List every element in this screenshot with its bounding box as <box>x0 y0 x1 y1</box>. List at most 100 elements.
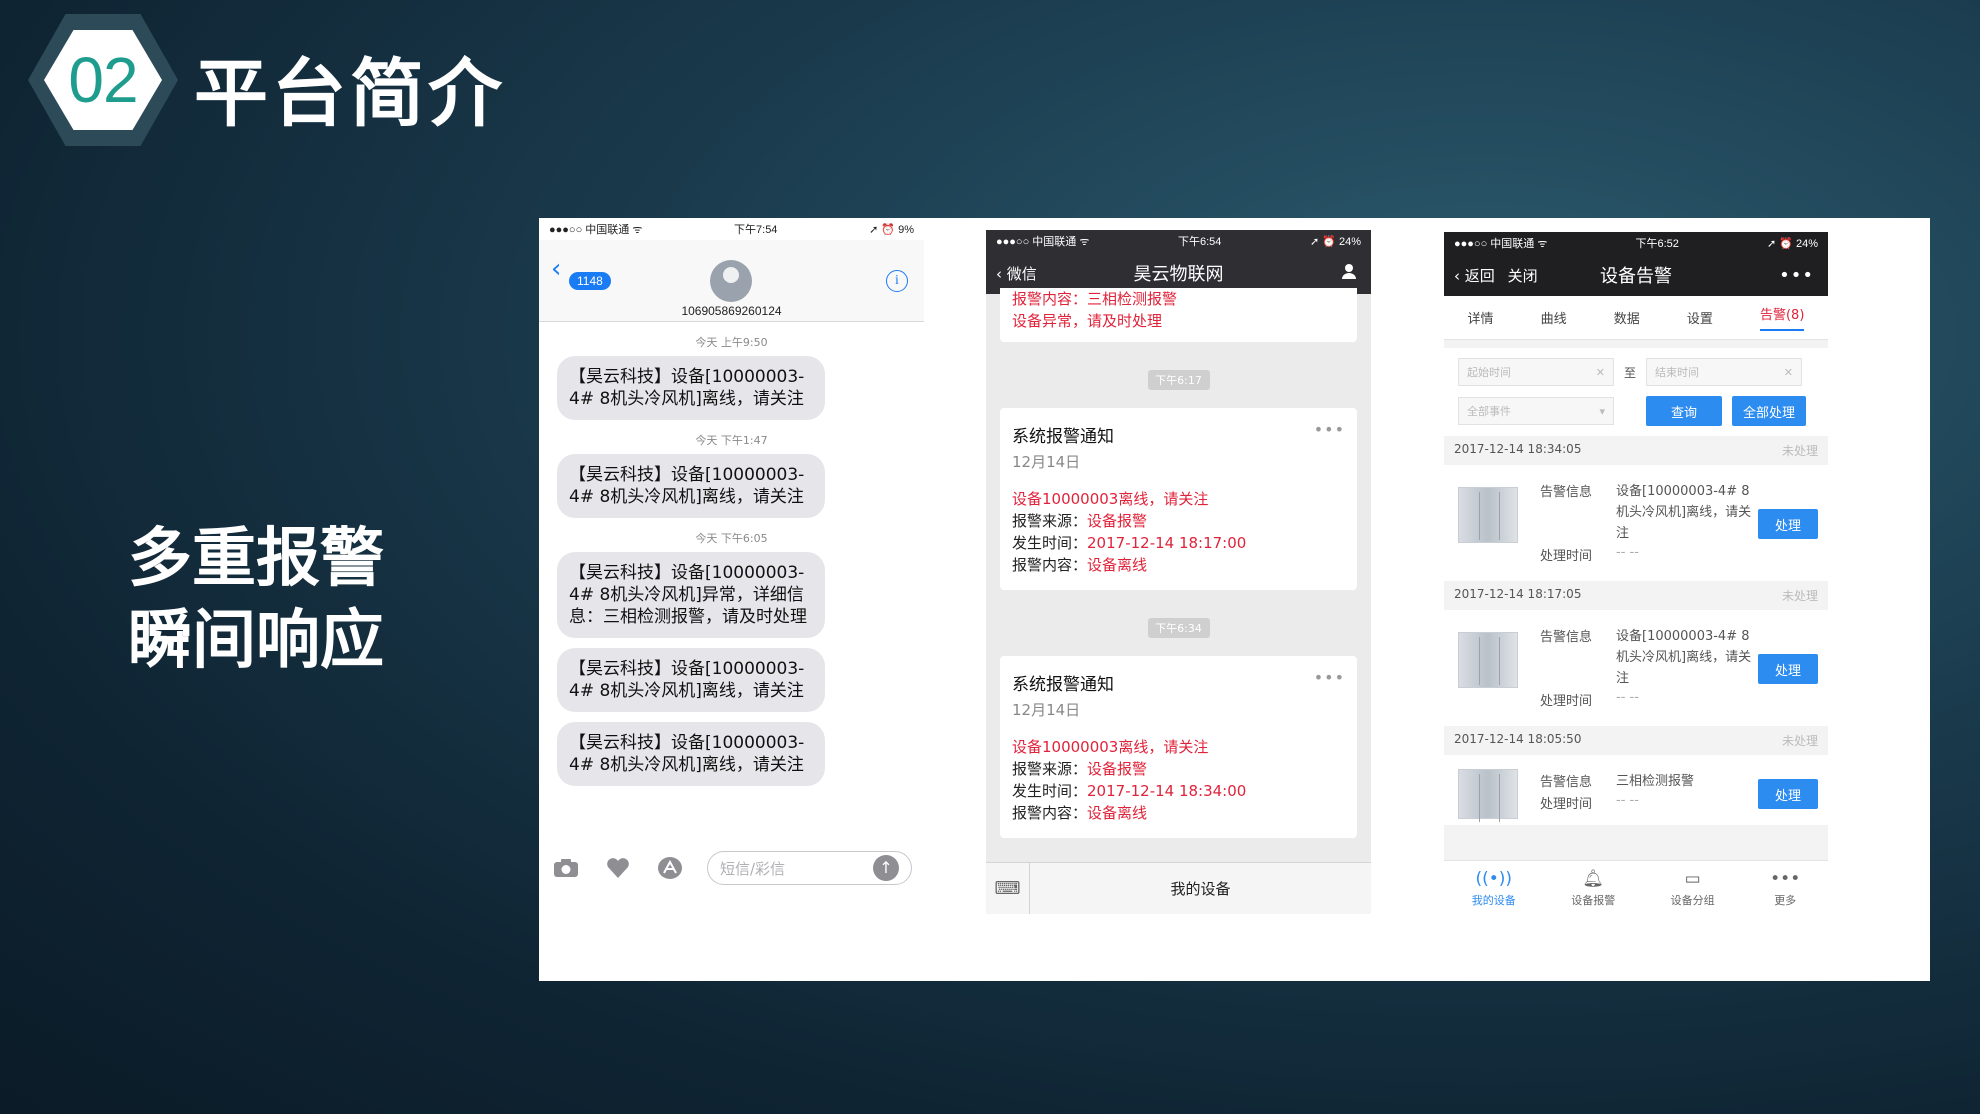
app-nav-bar: ‹ 返回 关闭 设备告警 ••• <box>1444 254 1828 296</box>
event-type-value: 全部事件 <box>1467 405 1511 418</box>
tab-curve[interactable]: 曲线 <box>1541 308 1567 327</box>
message-timestamp: 今天 上午9:50 <box>695 336 768 349</box>
status-bar: ●●●○○ 中国联通 ᯤ 下午7:54 ➚ ⏰ 9% <box>539 218 924 240</box>
message-bubble[interactable]: 【昊云科技】设备[10000003-4# 8机头冷风机]离线，请关注 <box>557 356 825 420</box>
message-bubble[interactable]: 【昊云科技】设备[10000003-4# 8机头冷风机]离线，请关注 <box>557 454 825 518</box>
close-button[interactable]: 关闭 <box>1508 267 1538 285</box>
unread-count-badge[interactable]: 1148 <box>569 272 611 290</box>
more-dots-icon[interactable]: ••• <box>1314 420 1345 439</box>
detail-tabs: 详情 曲线 数据 设置 告警(8) <box>1444 296 1828 340</box>
folder-icon: ▭ <box>1684 868 1701 889</box>
camera-icon[interactable] <box>551 856 581 880</box>
tabbar-my-devices[interactable]: ((•)) 我的设备 <box>1472 870 1516 908</box>
time-value: 2017-12-14 18:17:00 <box>1087 534 1247 552</box>
back-button[interactable]: ‹ 返回 <box>1454 267 1495 285</box>
alarm-item[interactable]: 告警信息 三相检测报警 处理时间 -- -- 处理 <box>1444 755 1828 825</box>
time-pill: 下午6:34 <box>1147 618 1210 638</box>
time-label: 发生时间： <box>1012 534 1088 552</box>
date-range-row: 起始时间 ✕ 至 结束时间 ✕ <box>1458 358 1814 386</box>
message-bubble[interactable]: 【昊云科技】设备[10000003-4# 8机头冷风机]离线，请关注 <box>557 722 825 786</box>
end-time-placeholder: 结束时间 <box>1655 366 1700 379</box>
status-time: 下午6:54 <box>1177 236 1222 248</box>
start-time-input[interactable]: 起始时间 ✕ <box>1458 358 1614 386</box>
status-time: 下午6:52 <box>1635 238 1679 250</box>
chevron-down-icon: ▾ <box>1599 404 1605 418</box>
alarm-datetime: 2017-12-14 18:34:05 <box>1454 442 1582 456</box>
alarm-status: 未处理 <box>1781 734 1818 748</box>
tabbar-label: 更多 <box>1774 893 1797 907</box>
status-bar: ●●●○○ 中国联通 ᯤ 下午6:54 ➚ ⏰ 24% <box>986 230 1371 252</box>
slide-title: 平台简介 <box>194 51 506 137</box>
more-dots-icon[interactable]: ••• <box>1314 668 1345 687</box>
message-bubble[interactable]: 【昊云科技】设备[10000003-4# 8机头冷风机]异常，详细信息：三相检测… <box>557 552 825 638</box>
process-button[interactable]: 处理 <box>1758 654 1818 684</box>
alarm-info-value: 设备[10000003-4# 8机头冷风机]离线，请关注 <box>1616 629 1752 686</box>
partial-alert-card[interactable]: 报警内容：三相检测报警 设备异常，请及时处理 <box>1000 288 1357 342</box>
contact-avatar-icon[interactable] <box>710 260 752 302</box>
wechat-bottom-menu: ⌨ 我的设备 <box>986 862 1371 914</box>
range-separator: 至 <box>1624 365 1637 380</box>
tabbar-more[interactable]: ••• 更多 <box>1770 870 1800 908</box>
alarm-info-value: 三相检测报警 <box>1616 774 1695 789</box>
clear-icon[interactable]: ✕ <box>1596 366 1605 379</box>
app-store-icon[interactable] <box>655 856 685 880</box>
alarm-item[interactable]: 告警信息 设备[10000003-4# 8机头冷风机]离线，请关注 处理时间 -… <box>1444 465 1828 581</box>
tab-alarms[interactable]: 告警(8) <box>1759 304 1805 331</box>
back-chevron-icon[interactable]: ‹ <box>551 254 561 284</box>
back-label: 返回 <box>1464 266 1495 285</box>
carrier-signal: ●●●○○ 中国联通 ᯤ <box>996 236 1090 248</box>
process-time-value: -- -- <box>1616 793 1639 808</box>
chevron-left-icon: ‹ <box>996 264 1007 283</box>
more-options-icon[interactable]: ••• <box>1779 265 1814 286</box>
content-value: 设备离线 <box>1087 804 1148 822</box>
content-value: 设备离线 <box>1087 556 1148 574</box>
message-input[interactable]: 短信/彩信 ↑ <box>707 851 912 885</box>
source-label: 报警来源： <box>1012 760 1088 778</box>
partial-alert-line: 设备异常，请及时处理 <box>1012 312 1163 330</box>
page-title: 设备告警 <box>1600 266 1672 287</box>
tab-details[interactable]: 详情 <box>1468 308 1494 327</box>
tab-data[interactable]: 数据 <box>1614 308 1640 327</box>
card-headline: 设备10000003离线，请关注 <box>1012 490 1209 508</box>
message-bubble[interactable]: 【昊云科技】设备[10000003-4# 8机头冷风机]离线，请关注 <box>557 648 825 712</box>
tabbar-label: 设备分组 <box>1670 893 1715 907</box>
send-arrow-icon[interactable]: ↑ <box>873 855 899 881</box>
alarm-info-label: 告警信息 <box>1540 630 1593 645</box>
clear-icon[interactable]: ✕ <box>1784 366 1793 379</box>
back-button[interactable]: ‹ 微信 <box>996 263 1037 284</box>
tabbar-device-groups[interactable]: ▭ 设备分组 <box>1671 870 1715 908</box>
info-icon[interactable]: i <box>886 270 908 292</box>
carrier-signal: ●●●○○ 中国联通 ᯤ <box>549 224 643 236</box>
tab-settings[interactable]: 设置 <box>1687 308 1713 327</box>
battery-indicator: ➚ ⏰ 24% <box>1766 237 1818 250</box>
process-button[interactable]: 处理 <box>1758 509 1818 539</box>
end-time-input[interactable]: 结束时间 ✕ <box>1646 358 1803 386</box>
card-title: 系统报警通知 <box>1012 427 1114 447</box>
card-title: 系统报警通知 <box>1012 675 1114 695</box>
status-bar: ●●●○○ 中国联通 ᯤ 下午6:52 ➚ ⏰ 24% <box>1444 232 1828 254</box>
alarm-notification-card[interactable]: 系统报警通知 ••• 12月14日 设备10000003离线，请关注 报警来源：… <box>1000 408 1357 590</box>
menu-my-devices[interactable]: 我的设备 <box>1030 878 1371 899</box>
alarm-bell-icon: 🔔︎ <box>1582 868 1604 889</box>
bottom-tab-bar: ((•)) 我的设备 🔔︎ 设备报警 ▭ 设备分组 ••• 更多 <box>1444 860 1828 916</box>
source-label: 报警来源： <box>1012 512 1088 530</box>
keyboard-icon[interactable]: ⌨ <box>986 863 1030 914</box>
process-all-button[interactable]: 全部处理 <box>1732 396 1806 426</box>
cold-room-device-image <box>1458 487 1518 543</box>
process-button[interactable]: 处理 <box>1758 779 1818 809</box>
alarm-list: 2017-12-14 18:34:05 未处理 告警信息 设备[10000003… <box>1444 436 1828 825</box>
event-type-select[interactable]: 全部事件 ▾ <box>1458 397 1614 425</box>
cold-room-device-image <box>1458 632 1518 688</box>
nav-left-group: ‹ 返回 关闭 <box>1454 265 1538 286</box>
tabbar-device-alarms[interactable]: 🔔︎ 设备报警 <box>1571 870 1615 908</box>
wechat-screenshot: ●●●○○ 中国联通 ᯤ 下午6:54 ➚ ⏰ 24% ‹ 微信 昊云物联网 报… <box>986 230 1371 914</box>
user-profile-icon[interactable] <box>1341 263 1357 284</box>
alarm-info-label: 告警信息 <box>1540 485 1593 500</box>
process-time-label: 处理时间 <box>1540 694 1593 709</box>
alarm-item[interactable]: 告警信息 设备[10000003-4# 8机头冷风机]离线，请关注 处理时间 -… <box>1444 610 1828 726</box>
alarm-notification-card[interactable]: 系统报警通知 ••• 12月14日 设备10000003离线，请关注 报警来源：… <box>1000 656 1357 838</box>
digital-touch-icon[interactable] <box>603 856 633 880</box>
start-time-placeholder: 起始时间 <box>1467 366 1511 379</box>
query-button[interactable]: 查询 <box>1646 396 1722 426</box>
message-list: 今天 上午9:50 【昊云科技】设备[10000003-4# 8机头冷风机]离线… <box>539 334 924 786</box>
